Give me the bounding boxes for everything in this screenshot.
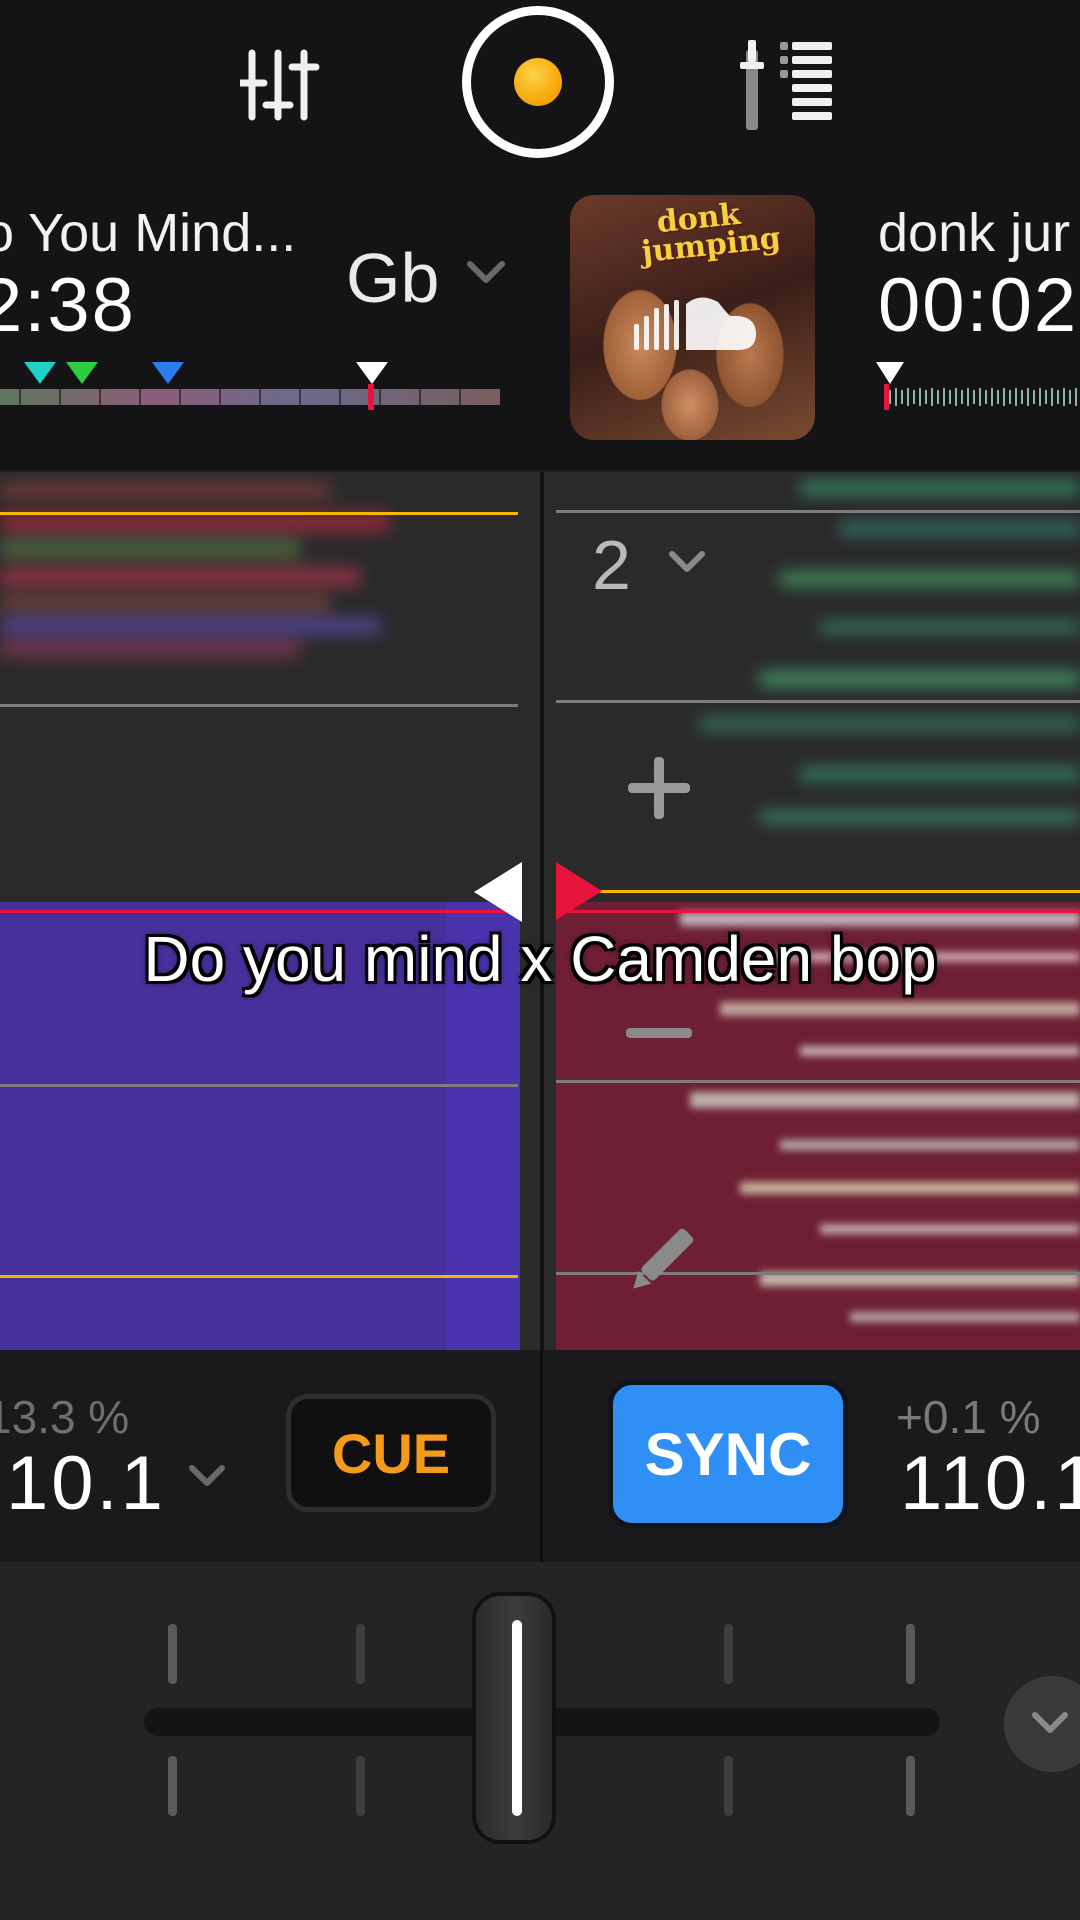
crossfader-tick <box>906 1624 915 1684</box>
cue-marker[interactable] <box>66 362 98 384</box>
cue-marker[interactable] <box>152 362 184 384</box>
record-icon <box>514 58 562 106</box>
sync-button[interactable]: SYNC <box>608 1380 848 1528</box>
playhead-marker <box>876 362 904 384</box>
crossfader-tick <box>356 1756 365 1816</box>
chevron-down-icon <box>1032 1712 1068 1733</box>
left-playhead-marker <box>474 862 522 922</box>
chevron-down-icon[interactable] <box>188 1462 226 1490</box>
pencil-icon[interactable] <box>622 1222 700 1300</box>
cue-marker[interactable] <box>24 362 56 384</box>
mixer-sliders-icon[interactable] <box>240 45 340 125</box>
right-deck-overview-waveform[interactable] <box>880 384 1080 410</box>
soundcloud-icon <box>634 297 756 350</box>
right-deck-time: 00:02 <box>878 263 1079 348</box>
crossfader-tick <box>906 1756 915 1816</box>
key-selector-label[interactable]: Gb <box>346 238 439 318</box>
right-deck-bpm[interactable]: 110.1 <box>900 1440 1080 1527</box>
crossfader-tick <box>168 1624 177 1684</box>
cue-button[interactable]: CUE <box>286 1394 496 1512</box>
left-deck-bpm[interactable]: 10.1 <box>6 1440 166 1527</box>
crossfader-tick <box>356 1624 365 1684</box>
left-deck-overview-waveform[interactable] <box>0 384 500 410</box>
crossfader-tick <box>724 1756 733 1816</box>
minus-icon[interactable] <box>626 1028 692 1038</box>
right-deck-pitch: +0.1 % <box>896 1391 1041 1443</box>
controls-divider <box>540 1350 543 1562</box>
level-meter-icon[interactable] <box>740 40 840 130</box>
crossfader-handle[interactable] <box>472 1592 556 1844</box>
left-deck-pitch: 13.3 % <box>0 1391 130 1443</box>
left-deck-time: 2:38 <box>0 263 136 348</box>
chevron-down-icon[interactable] <box>668 548 706 576</box>
artwork-title: donk jumping <box>639 196 783 271</box>
deck-divider <box>540 472 544 1350</box>
video-caption: Do you mind x Camden bop <box>143 923 937 995</box>
right-deck-track-title[interactable]: donk jur <box>878 202 1070 264</box>
plus-icon[interactable] <box>626 755 692 821</box>
left-deck-track-title[interactable]: o You Mind... <box>0 202 296 264</box>
crossfader-tick <box>168 1756 177 1816</box>
crossfader-handle-line <box>512 1620 522 1816</box>
right-playhead-marker <box>556 862 602 920</box>
zoom-level-selector[interactable]: 2 <box>592 525 631 605</box>
playhead-marker <box>356 362 388 384</box>
chevron-down-icon[interactable] <box>466 258 506 288</box>
crossfader-tick <box>724 1624 733 1684</box>
record-button[interactable] <box>462 6 614 158</box>
track-artwork[interactable]: donk jumping <box>570 195 815 440</box>
